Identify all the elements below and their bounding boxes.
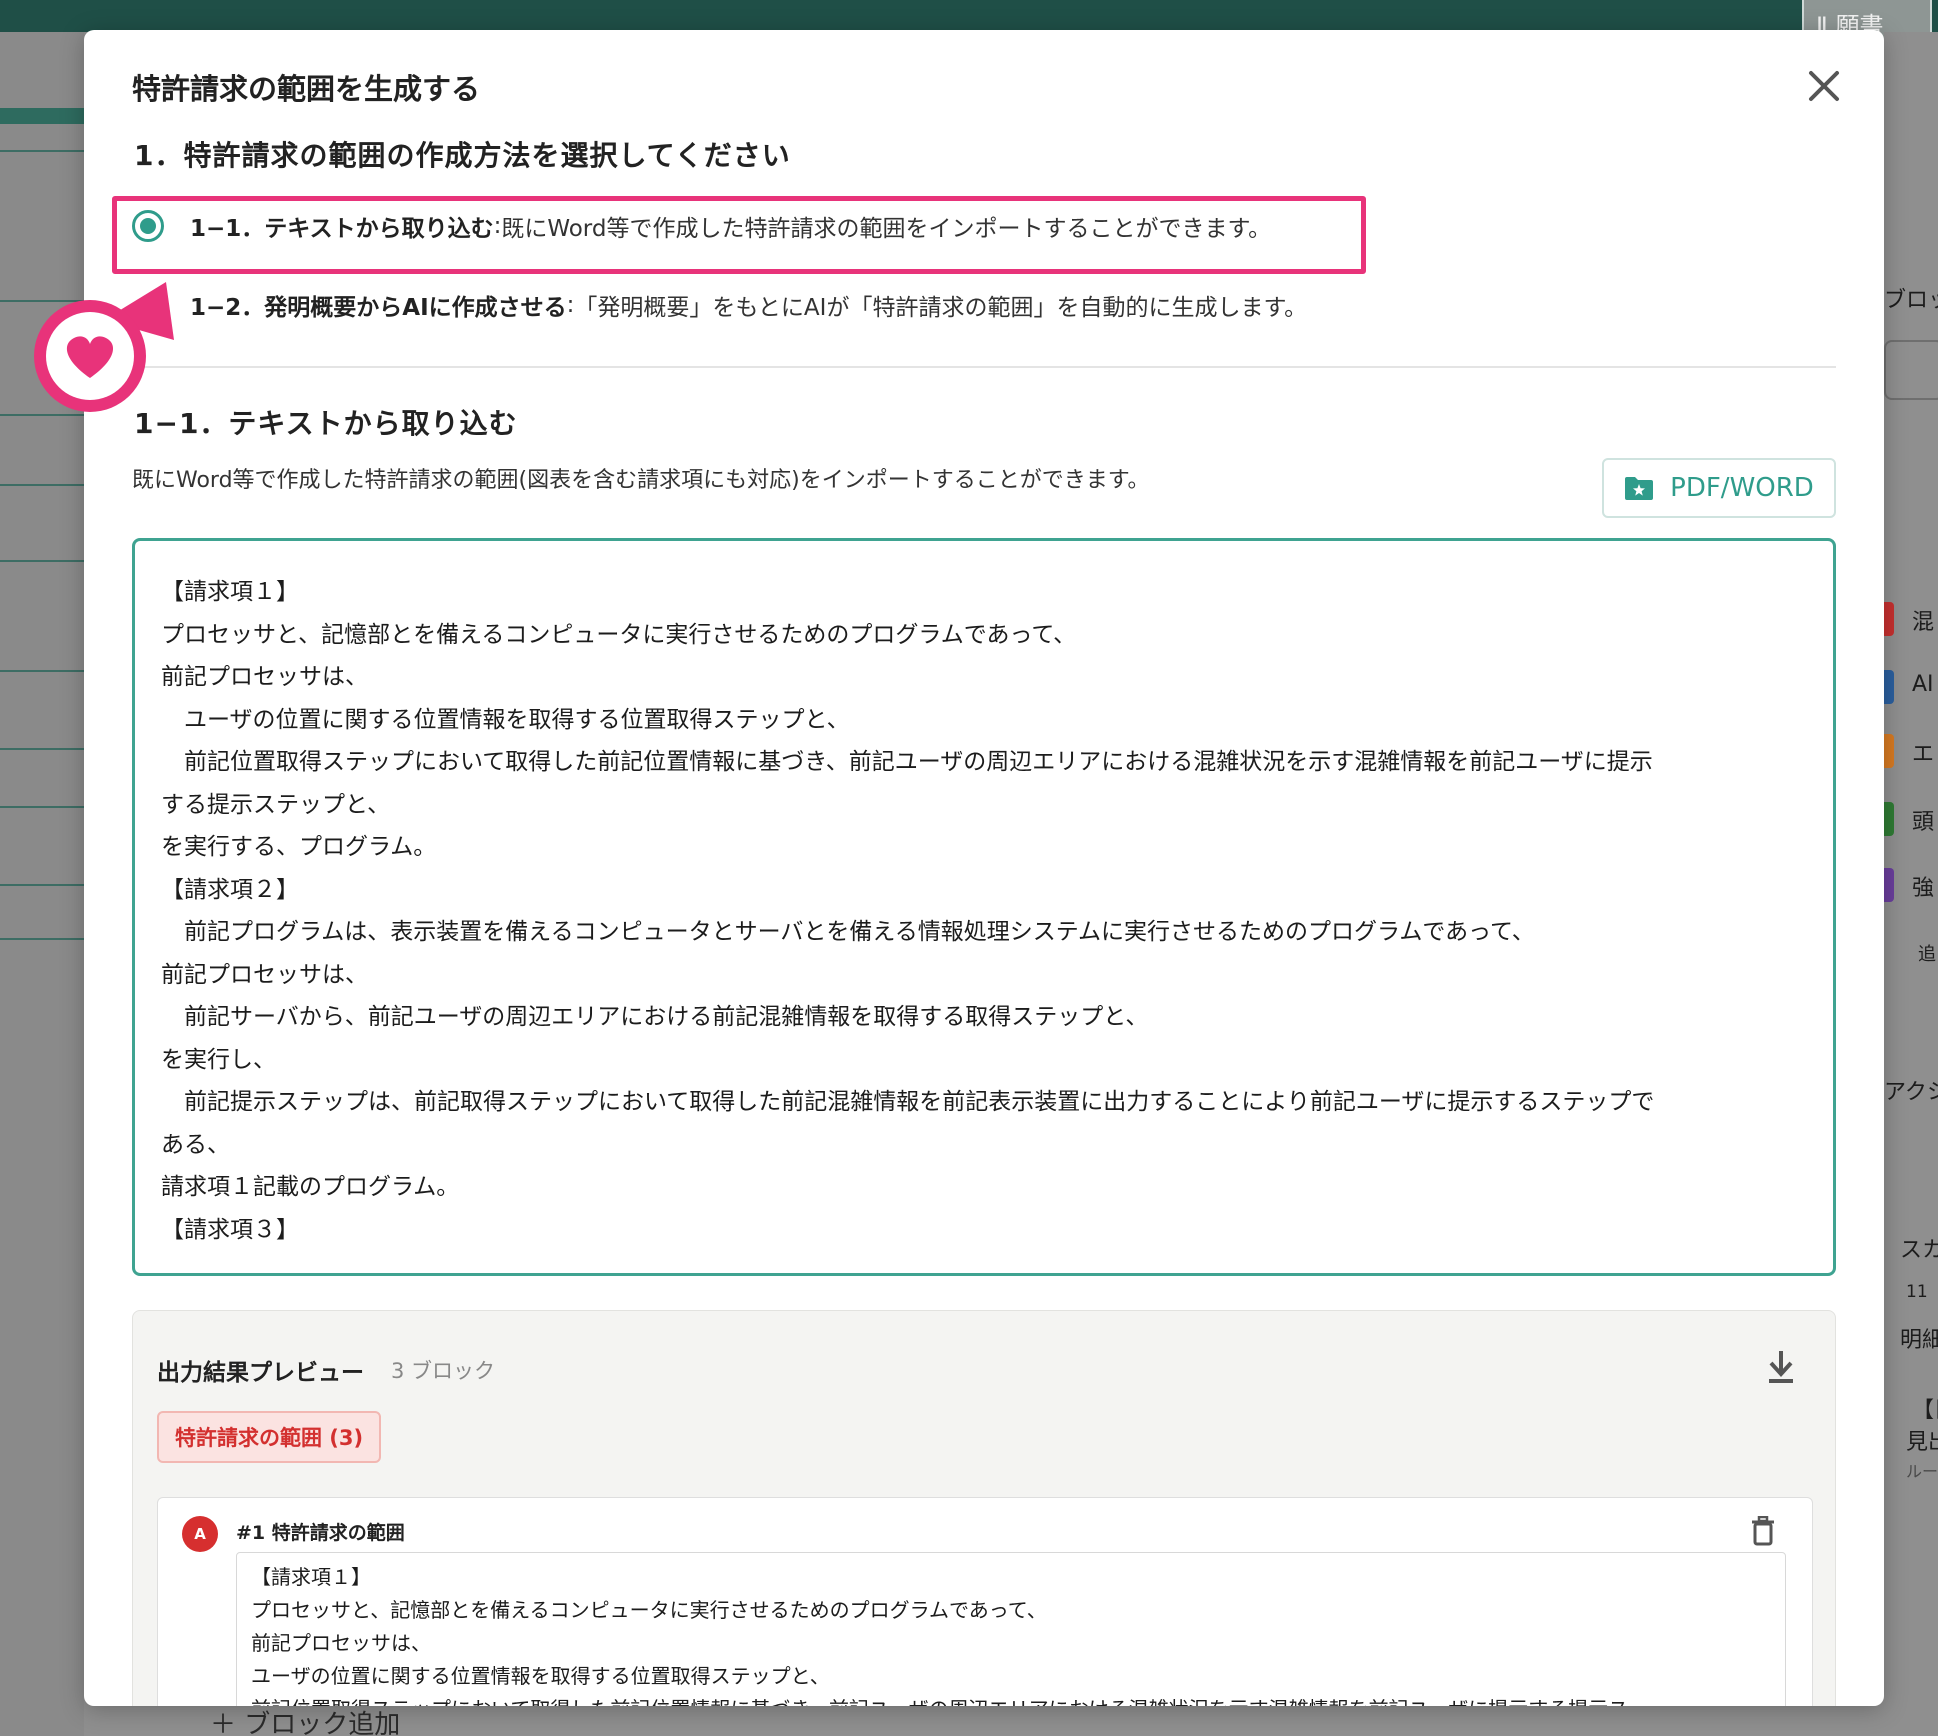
close-icon (1809, 71, 1839, 101)
claims-line: する提示ステップと、 (161, 791, 391, 818)
background-divider (0, 806, 84, 808)
sub-heading: 1−1．テキストから取り込む (134, 407, 518, 440)
background-label: 強 (1912, 876, 1935, 901)
background-label: 明細 (1900, 1328, 1938, 1353)
claims-line: プロセッサと、記憶部とを備えるコンピュータに実行させるためのプログラムであって、 (161, 621, 1077, 648)
claims-line: 【請求項１】 (161, 579, 299, 605)
preview-block-card: A #1 特許請求の範囲 【請求項１】 プロセッサと、記憶部とを備えるコンピュー… (157, 1497, 1813, 1706)
option-label: 1−1．テキストから取り込む (190, 216, 494, 242)
background-label: 混 (1912, 610, 1935, 635)
claims-line: ある、 (161, 1131, 230, 1158)
delete-block-button[interactable] (1750, 1515, 1776, 1546)
close-button[interactable] (1802, 64, 1846, 108)
background-divider (0, 560, 84, 562)
background-left-accent (0, 108, 84, 124)
section-divider (132, 366, 1836, 368)
option-description: 「発明概要」をもとにAIが「特許請求の範囲」を自動的に生成します。 (574, 295, 1308, 321)
block-content[interactable]: 【請求項１】 プロセッサと、記憶部とを備えるコンピュータに実行させるためのプログ… (236, 1552, 1786, 1706)
claims-line: ユーザの位置に関する位置情報を取得する位置取得ステップと、 (161, 706, 850, 733)
background-search-box (1884, 340, 1938, 400)
background-label: 頭 (1912, 810, 1935, 835)
sub-description: 既にWord等で作成した特許請求の範囲(図表を含む請求項にも対応)をインポートす… (132, 468, 1150, 493)
claims-line: 前記サーバから、前記ユーザの周辺エリアにおける前記混雑情報を取得する取得ステップ… (161, 1004, 1149, 1030)
option-description: 既にWord等で作成した特許請求の範囲をインポートすることができます。 (501, 216, 1272, 242)
claims-line: 請求項１記載のプログラム。 (161, 1174, 460, 1200)
background-divider (0, 884, 84, 886)
background-divider (0, 670, 84, 672)
option-separator: : (493, 213, 502, 239)
claims-line: を実行する、プログラム。 (161, 834, 437, 860)
output-preview-panel: 出力結果プレビュー 3 ブロック 特許請求の範囲 (3) A #1 特許請求の範… (132, 1310, 1836, 1706)
background-label: エ (1912, 742, 1935, 767)
import-button-label: PDF/WORD (1670, 473, 1814, 503)
preview-block-count: 3 ブロック (391, 1359, 496, 1383)
option-separator: : (566, 292, 575, 318)
option-import-from-text[interactable]: 1−1．テキストから取り込む : 既にWord等で作成した特許請求の範囲をインポ… (132, 197, 1271, 255)
download-button[interactable] (1763, 1347, 1799, 1387)
background-label: AI (1912, 672, 1934, 697)
option-generate-with-ai[interactable]: 1−2．発明概要からAIに作成させる : 「発明概要」をもとにAIが「特許請求の… (132, 276, 1307, 334)
claims-line: 前記提示ステップは、前記取得ステップにおいて取得した前記混雑情報を前記表示装置に… (161, 1089, 1655, 1115)
block-line: プロセッサと、記憶部とを備えるコンピュータに実行させるためのプログラムであって、 (251, 1598, 1047, 1622)
download-icon (1769, 1351, 1793, 1383)
claims-line: 前記プロセッサは、 (161, 664, 368, 690)
background-label: 【目 (1912, 1398, 1938, 1423)
block-line: 前記位置取得ステップにおいて取得した前記位置情報に基づき、前記ユーザの周辺エリア… (251, 1693, 1771, 1706)
background-label: ブロッ (1884, 288, 1938, 313)
claims-category-tag[interactable]: 特許請求の範囲 (3) (157, 1411, 382, 1463)
block-avatar: A (182, 1516, 218, 1552)
background-divider (0, 484, 84, 486)
claims-line: 前記位置取得ステップにおいて取得した前記位置情報に基づき、前記ユーザの周辺エリア… (161, 749, 1653, 775)
step-heading: 1．特許請求の範囲の作成方法を選択してください (134, 139, 791, 172)
background-divider (0, 938, 84, 940)
background-divider (0, 150, 84, 152)
preview-title: 出力結果プレビュー (157, 1360, 364, 1386)
claims-line: 前記プロセッサは、 (161, 961, 368, 988)
background-divider (0, 748, 84, 750)
folder-star-icon (1625, 477, 1654, 500)
claims-line: 【請求項３】 (161, 1216, 299, 1243)
generate-claims-modal: 特許請求の範囲を生成する 1．特許請求の範囲の作成方法を選択してください 1−1… (84, 30, 1884, 1706)
background-label: スカ (1900, 1238, 1938, 1263)
block-line: ユーザの位置に関する位置情報を取得する位置取得ステップと、 (251, 1664, 830, 1688)
claims-text-input[interactable]: 【請求項１】 プロセッサと、記憶部とを備えるコンピュータに実行させるためのプログ… (132, 538, 1836, 1276)
background-label: 11 (1906, 1282, 1928, 1302)
claims-line: 前記プログラムは、表示装置を備えるコンピュータとサーバとを備える情報処理システム… (161, 919, 1535, 945)
block-title: #1 特許請求の範囲 (236, 1522, 405, 1544)
block-line: 前記プロセッサは、 (251, 1631, 431, 1655)
option-label: 1−2．発明概要からAIに作成させる (190, 295, 567, 321)
background-label: 見出 (1906, 1430, 1938, 1455)
modal-title: 特許請求の範囲を生成する (132, 72, 481, 106)
block-line: 【請求項１】 (251, 1565, 371, 1589)
background-add-block-text: ＋ ブロック追加 (210, 1710, 401, 1736)
heart-badge-icon (34, 282, 174, 412)
claims-line: を実行し、 (161, 1046, 276, 1073)
background-label: アクシ (1884, 1080, 1938, 1105)
radio-selected-icon[interactable] (132, 210, 164, 242)
background-label: ルー (1906, 1462, 1938, 1481)
background-top-bar (0, 0, 1938, 32)
background-label: 追 (1918, 944, 1936, 965)
trash-icon (1752, 1515, 1774, 1546)
claims-line: 【請求項２】 (161, 876, 299, 903)
import-pdf-word-button[interactable]: PDF/WORD (1602, 458, 1836, 518)
